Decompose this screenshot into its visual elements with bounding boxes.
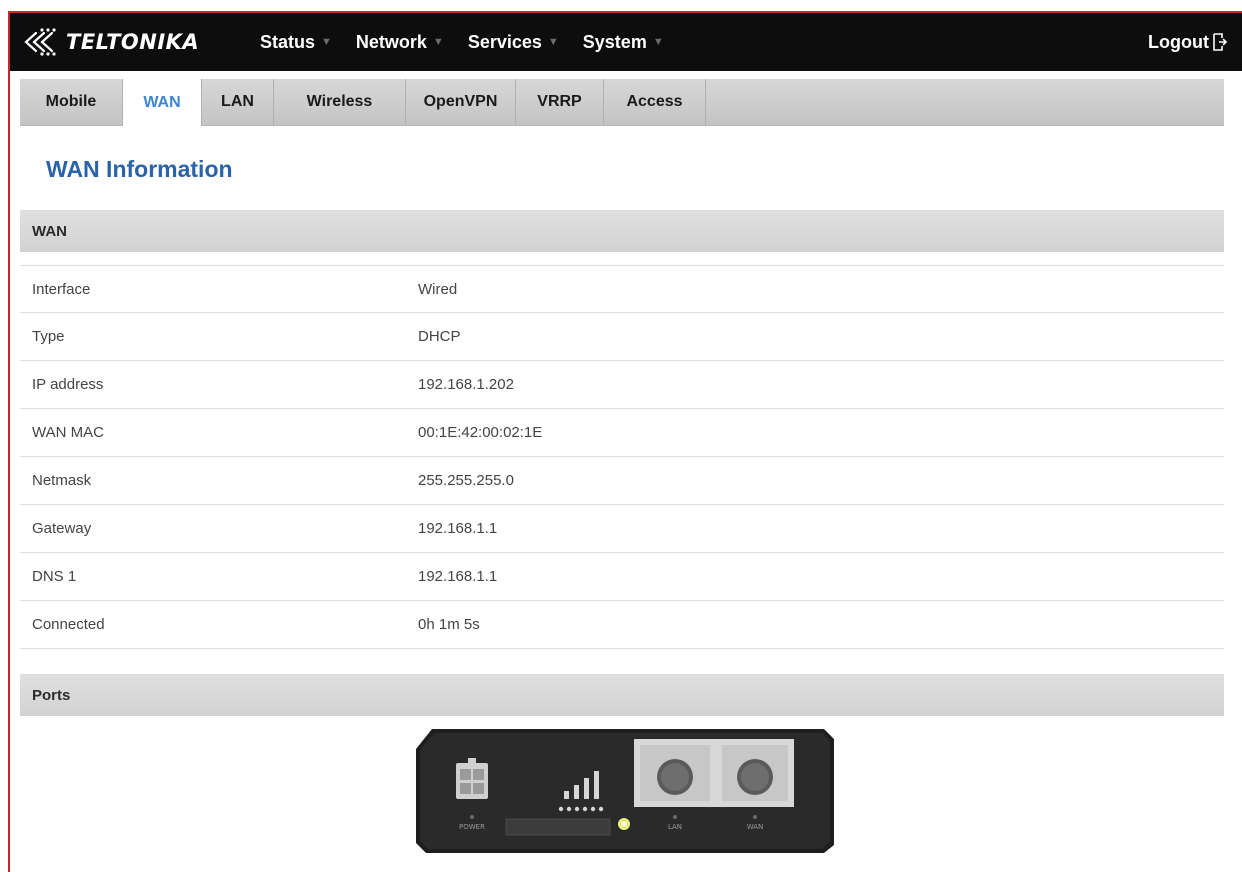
row-label: Connected	[32, 616, 105, 633]
table-row: Connected 0h 1m 5s	[20, 601, 1224, 649]
brand-name: TELTONIKA	[66, 30, 200, 54]
menu-status-label: Status	[260, 31, 316, 52]
row-value: 0h 1m 5s	[418, 616, 480, 633]
chevron-down-icon: ▼	[652, 36, 664, 48]
router-ports-image: POWER LAN WAN	[416, 729, 834, 853]
tab-lan[interactable]: LAN	[202, 79, 274, 125]
wan-info-table: Interface Wired Type DHCP IP address 192…	[20, 265, 1224, 649]
tab-access[interactable]: Access	[604, 79, 706, 125]
router-admin-page: TELTONIKA Status ▼ Network ▼ Services ▼ …	[0, 0, 1242, 872]
row-value: 00:1E:42:00:02:1E	[418, 424, 543, 441]
menu-services[interactable]: Services ▼	[468, 32, 559, 53]
wan-section-header: WAN	[20, 210, 1224, 252]
row-value: 192.168.1.1	[418, 520, 498, 537]
logout-label: Logout	[1148, 31, 1209, 52]
menu-network-label: Network	[355, 31, 427, 52]
menu-status[interactable]: Status ▼	[260, 32, 332, 53]
page-title: WAN Information	[46, 156, 233, 182]
logout-button[interactable]: Logout	[1148, 13, 1228, 71]
tab-openvpn[interactable]: OpenVPN	[406, 79, 516, 125]
chevron-down-icon: ▼	[321, 36, 332, 48]
row-value: 192.168.1.202	[418, 376, 514, 393]
row-value: 192.168.1.1	[418, 568, 498, 585]
row-label: Type	[32, 328, 65, 345]
main-menu: Status ▼ Network ▼ Services ▼ System ▼	[260, 32, 688, 53]
menu-system-label: System	[582, 31, 647, 52]
row-value: 255.255.255.0	[418, 472, 514, 489]
row-label: Gateway	[32, 520, 92, 537]
ports-section-header: Ports	[20, 674, 1224, 716]
table-row: IP address 192.168.1.202	[20, 361, 1224, 409]
chevron-down-icon: ▼	[432, 36, 444, 48]
row-label: Netmask	[32, 472, 92, 489]
logout-icon	[1213, 33, 1228, 51]
row-label: IP address	[32, 376, 104, 393]
menu-system[interactable]: System ▼	[583, 32, 664, 53]
table-row: Type DHCP	[20, 313, 1224, 361]
left-accent-line	[8, 12, 10, 872]
table-row: DNS 1 192.168.1.1	[20, 553, 1224, 601]
network-tabs: Mobile WAN LAN Wireless OpenVPN VRRP Acc…	[20, 79, 1224, 126]
brand-logo[interactable]: TELTONIKA	[22, 27, 260, 57]
teltonika-logo-icon	[24, 28, 56, 56]
table-row: WAN MAC 00:1E:42:00:02:1E	[20, 409, 1224, 457]
row-value: DHCP	[418, 328, 461, 345]
top-navigation-bar: TELTONIKA Status ▼ Network ▼ Services ▼ …	[10, 13, 1242, 71]
row-label: Interface	[32, 280, 91, 298]
menu-services-label: Services	[467, 31, 542, 52]
lan-port-icon	[634, 739, 716, 807]
power-connector-icon	[456, 758, 488, 799]
lan-port-label: LAN	[668, 823, 682, 831]
tab-wan[interactable]: WAN	[123, 79, 202, 126]
row-label: WAN MAC	[32, 424, 104, 441]
row-label: DNS 1	[32, 568, 77, 585]
tab-mobile[interactable]: Mobile	[20, 79, 123, 125]
menu-network[interactable]: Network ▼	[356, 32, 444, 53]
tab-vrrp[interactable]: VRRP	[516, 79, 604, 125]
wan-port-label: WAN	[747, 823, 764, 831]
row-value: Wired	[418, 280, 458, 298]
wan-port-icon	[716, 739, 794, 807]
table-row: Gateway 192.168.1.1	[20, 505, 1224, 553]
sim-slot	[505, 818, 611, 836]
chevron-down-icon: ▼	[547, 36, 559, 48]
table-row: Netmask 255.255.255.0	[20, 457, 1224, 505]
power-port-label: POWER	[459, 823, 485, 831]
table-row: Interface Wired	[20, 265, 1224, 313]
tab-wireless[interactable]: Wireless	[274, 79, 406, 125]
